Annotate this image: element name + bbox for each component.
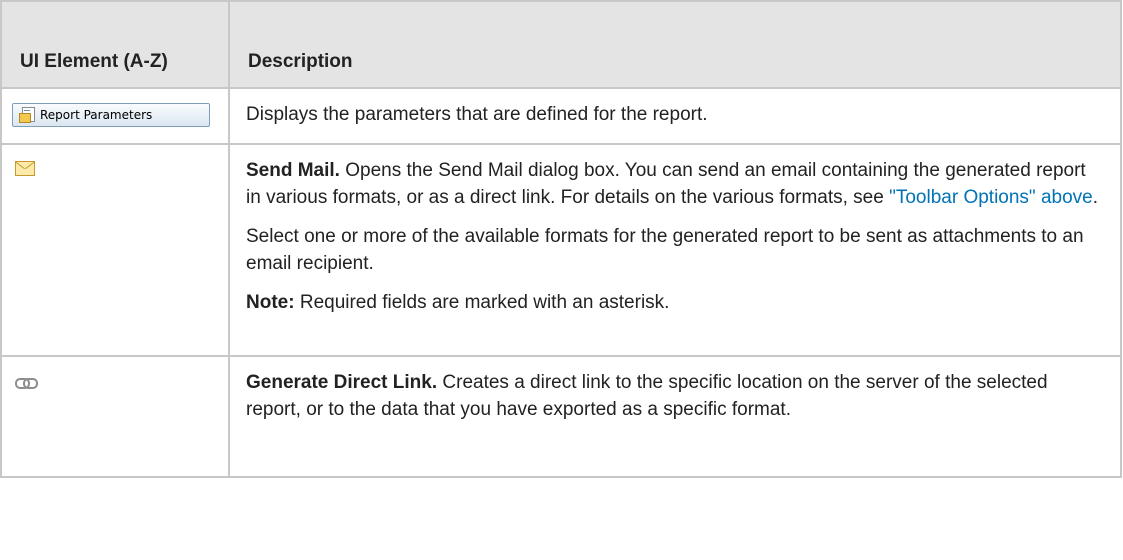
ui-element-cell	[0, 355, 230, 478]
mail-icon[interactable]	[15, 161, 35, 176]
term-generate-direct-link: Generate Direct Link.	[246, 372, 438, 393]
toolbar-options-link[interactable]: "Toolbar Options" above	[889, 187, 1093, 208]
description-text: Displays the parameters that are defined…	[246, 104, 708, 125]
term-send-mail: Send Mail.	[246, 160, 340, 181]
table-row: Send Mail. Opens the Send Mail dialog bo…	[0, 143, 1122, 357]
description-cell: Send Mail. Opens the Send Mail dialog bo…	[228, 143, 1122, 357]
note-text: Required fields are marked with an aster…	[294, 292, 670, 313]
description-cell: Displays the parameters that are defined…	[228, 87, 1122, 145]
report-parameters-icon	[19, 106, 35, 123]
ui-elements-table: UI Element (A-Z) Description Report Para…	[0, 0, 1122, 478]
description-note: Note: Required fields are marked with an…	[246, 289, 1104, 316]
ui-element-cell	[0, 143, 230, 357]
description-paragraph: Generate Direct Link. Creates a direct l…	[246, 369, 1104, 423]
description-text-end: .	[1092, 187, 1099, 208]
column-header-ui-element: UI Element (A-Z)	[0, 0, 230, 89]
description-paragraph: Send Mail. Opens the Send Mail dialog bo…	[246, 157, 1104, 211]
column-header-description: Description	[228, 0, 1122, 89]
table-header-row: UI Element (A-Z) Description	[0, 0, 1122, 89]
report-parameters-button[interactable]: Report Parameters	[12, 103, 210, 127]
note-label: Note:	[246, 292, 295, 313]
description-paragraph: Select one or more of the available form…	[246, 226, 1084, 274]
description-cell: Generate Direct Link. Creates a direct l…	[228, 355, 1122, 478]
ui-element-cell: Report Parameters	[0, 87, 230, 145]
report-parameters-label: Report Parameters	[40, 107, 153, 122]
table-row: Generate Direct Link. Creates a direct l…	[0, 355, 1122, 478]
link-icon[interactable]	[15, 377, 38, 389]
table-row: Report Parameters Displays the parameter…	[0, 87, 1122, 145]
